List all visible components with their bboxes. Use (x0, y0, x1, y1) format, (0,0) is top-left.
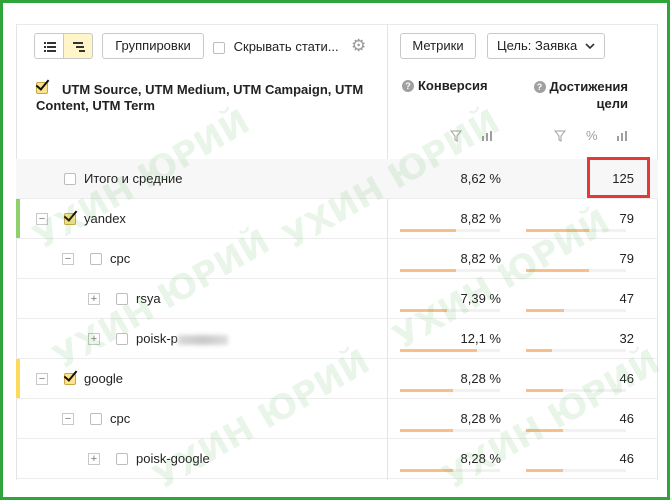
collapse-toggle[interactable]: − (62, 253, 74, 265)
percent-toggle[interactable]: % (586, 128, 598, 143)
table-row: + rsya 7,39 % 47 (16, 279, 658, 319)
conversion-value: 8,28 % (460, 451, 501, 466)
conversion-value: 8,62 % (460, 171, 501, 186)
conversion-value: 8,82 % (460, 211, 501, 226)
goals-value: 79 (619, 211, 634, 226)
collapse-toggle[interactable]: − (62, 413, 74, 425)
conversion-bar (400, 229, 456, 232)
row-checkbox[interactable] (90, 413, 102, 425)
metrics-button[interactable]: Метрики (400, 33, 476, 59)
list-icon (44, 42, 56, 52)
collapse-toggle[interactable]: − (36, 213, 48, 225)
goals-value: 46 (619, 411, 634, 426)
goals-bar (526, 229, 589, 232)
hide-stats-toggle[interactable]: Скрывать стати... (213, 39, 339, 54)
goals-bar (526, 349, 552, 352)
row-checkbox[interactable] (64, 373, 76, 385)
row-label: poisk-p (136, 331, 228, 346)
conversion-value: 8,28 % (460, 371, 501, 386)
bar-chart-icon[interactable] (481, 130, 495, 142)
row-checkbox[interactable] (64, 213, 76, 225)
collapse-toggle[interactable]: − (36, 373, 48, 385)
help-icon[interactable]: ? (402, 80, 414, 92)
conversion-value: 8,28 % (460, 411, 501, 426)
expand-toggle[interactable]: + (88, 453, 100, 465)
conversion-value: 12,1 % (460, 331, 501, 346)
view-list-button[interactable] (34, 33, 64, 59)
row-label: yandex (84, 211, 126, 226)
redacted-text (177, 334, 228, 345)
goals-bar (526, 269, 589, 272)
conversion-bar (400, 469, 453, 472)
filter-icon[interactable] (450, 130, 462, 142)
bar-chart-icon[interactable] (616, 130, 630, 142)
table-row: − yandex 8,82 % 79 (16, 199, 658, 239)
row-label: poisk-google (136, 451, 210, 466)
table-row: + poisk-google 8,28 % 46 (16, 439, 658, 479)
row-checkbox[interactable] (116, 453, 128, 465)
table-row: − cpc 8,28 % 46 (16, 399, 658, 439)
goal-select-label: Цель: Заявка (497, 38, 578, 53)
table-row-totals: Итого и средние 8,62 % 125 (16, 159, 658, 199)
goals-value: 47 (619, 291, 634, 306)
tree-icon (73, 42, 85, 52)
table-row: − cpc 8,82 % 79 (16, 239, 658, 279)
row-label: rsya (136, 291, 161, 306)
hide-stats-checkbox[interactable] (213, 41, 225, 54)
row-color-marker (16, 359, 20, 398)
row-label: cpc (110, 411, 131, 426)
table-row: − google 8,28 % 46 (16, 359, 658, 399)
row-checkbox[interactable] (116, 293, 128, 305)
conversion-header-label: Конверсия (418, 78, 488, 93)
help-icon[interactable]: ? (533, 81, 546, 93)
row-color-marker (16, 199, 20, 238)
expand-toggle[interactable]: + (88, 333, 100, 345)
hide-stats-label: Скрывать стати... (233, 39, 339, 54)
goals-bar (526, 429, 563, 432)
row-label-text: poisk-p (136, 331, 178, 346)
goals-value: 79 (619, 251, 634, 266)
goals-value: 32 (619, 331, 634, 346)
row-checkbox[interactable] (64, 173, 76, 185)
conversion-bar (400, 429, 453, 432)
goals-bar (526, 469, 563, 472)
goals-bar (526, 309, 564, 312)
filter-icon[interactable] (554, 130, 566, 142)
goals-header-label: Достижения цели (549, 79, 628, 111)
expand-toggle[interactable]: + (88, 293, 100, 305)
chevron-down-icon (585, 43, 595, 50)
dimensions-header: UTM Source, UTM Medium, UTM Campaign, UT… (36, 82, 364, 113)
table-row: + poisk-p 12,1 % 32 (16, 319, 658, 359)
toolbar: Группировки Скрывать стати... ⚙ Метрики … (0, 0, 664, 60)
row-checkbox[interactable] (90, 253, 102, 265)
conversion-bar (400, 309, 447, 312)
conversion-bar (400, 269, 456, 272)
goal-select[interactable]: Цель: Заявка (487, 33, 605, 59)
conversion-value: 8,82 % (460, 251, 501, 266)
goals-value: 46 (619, 451, 634, 466)
conversion-value: 7,39 % (460, 291, 501, 306)
gear-icon[interactable]: ⚙ (351, 36, 366, 56)
row-label: cpc (110, 251, 131, 266)
conversion-header[interactable]: ? Конверсия (402, 78, 488, 93)
goals-value: 46 (619, 371, 634, 386)
conversion-bar (400, 349, 477, 352)
goals-header[interactable]: ? Достижения цели (528, 78, 628, 112)
conversion-bar (400, 389, 453, 392)
goals-bar (526, 389, 563, 392)
row-label: Итого и средние (84, 171, 183, 186)
row-label: google (84, 371, 124, 386)
toolbar-divider (16, 24, 658, 25)
view-tree-button[interactable] (63, 33, 93, 59)
highlight-box (587, 157, 650, 198)
row-checkbox[interactable] (116, 333, 128, 345)
groupings-button[interactable]: Группировки (102, 33, 204, 59)
